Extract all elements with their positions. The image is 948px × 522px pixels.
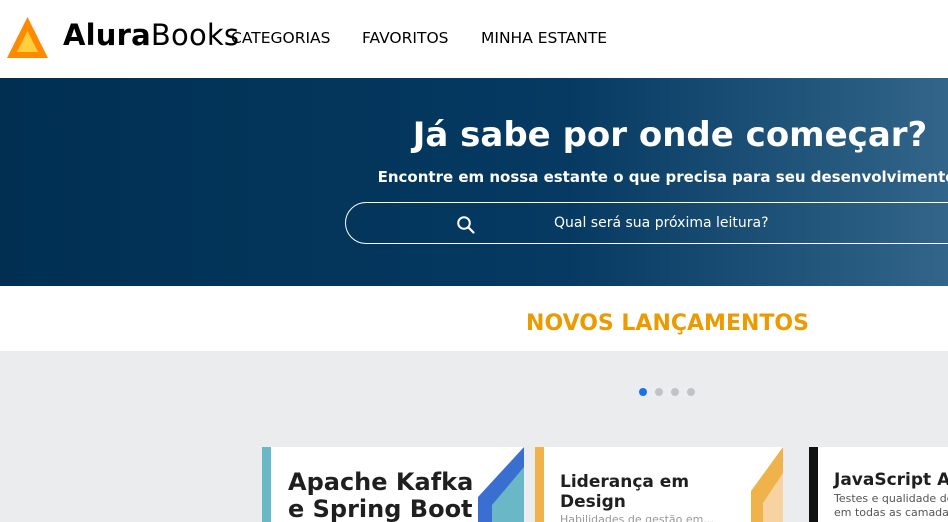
- hero-title: Já sabe por onde começar?: [412, 115, 928, 155]
- carousel-dot-4[interactable]: [687, 388, 695, 396]
- alurabooks-logo-icon[interactable]: [7, 17, 48, 58]
- carousel-dot-2[interactable]: [655, 388, 663, 396]
- search-placeholder: Qual será sua próxima leitura?: [554, 215, 769, 231]
- carousel-dot-3[interactable]: [671, 388, 679, 396]
- book-cover-art: [751, 447, 783, 522]
- book-subtitle-line-1: Testes e qualidade de c: [834, 492, 948, 505]
- top-nav-bar: AluraBooks CATEGORIAS FAVORITOS MINHA ES…: [0, 0, 948, 78]
- book-card-javascript-assertivo[interactable]: JavaScript As Testes e qualidade de c em…: [809, 447, 948, 522]
- book-cover-art: [478, 447, 524, 522]
- hero-banner: Já sabe por onde começar? Encontre em no…: [0, 78, 948, 286]
- book-card-lideranca-em-design[interactable]: Liderança em Design Habilidades de gestã…: [535, 447, 783, 522]
- book-spine-stripe: [262, 447, 271, 522]
- brand-part-2: Books: [150, 18, 240, 52]
- book-title-line-1: JavaScript As: [834, 470, 948, 490]
- book-title-line-1: Apache Kafka: [288, 468, 474, 496]
- book-spine-stripe: [809, 447, 818, 522]
- book-title-line-1: Liderança em: [560, 472, 690, 492]
- nav-categorias[interactable]: CATEGORIAS: [231, 28, 330, 48]
- book-title-line-2: Design: [560, 492, 626, 512]
- books-carousel: Apache Kafka e Spring Boot Liderança em …: [0, 351, 948, 522]
- nav-favoritos[interactable]: FAVORITOS: [362, 28, 448, 48]
- carousel-dot-1[interactable]: [639, 388, 647, 396]
- brand-logo-text[interactable]: AluraBooks: [63, 17, 239, 53]
- brand-part-1: Alura: [63, 18, 151, 52]
- book-card-apache-kafka[interactable]: Apache Kafka e Spring Boot: [262, 447, 524, 522]
- book-title-line-2: e Spring Boot: [288, 495, 473, 522]
- search-input[interactable]: Qual será sua próxima leitura?: [345, 202, 948, 244]
- book-subtitle: Habilidades de gestão em...: [560, 513, 714, 522]
- hero-subtitle: Encontre em nossa estante o que precisa …: [377, 168, 948, 186]
- search-icon[interactable]: [456, 215, 476, 235]
- section-title-novos-lancamentos: NOVOS LANÇAMENTOS: [526, 311, 809, 336]
- book-subtitle-line-2: em todas as camadas d: [834, 506, 948, 519]
- nav-minha-estante[interactable]: MINHA ESTANTE: [481, 28, 607, 48]
- book-spine-stripe: [535, 447, 544, 522]
- section-header: NOVOS LANÇAMENTOS: [0, 286, 948, 351]
